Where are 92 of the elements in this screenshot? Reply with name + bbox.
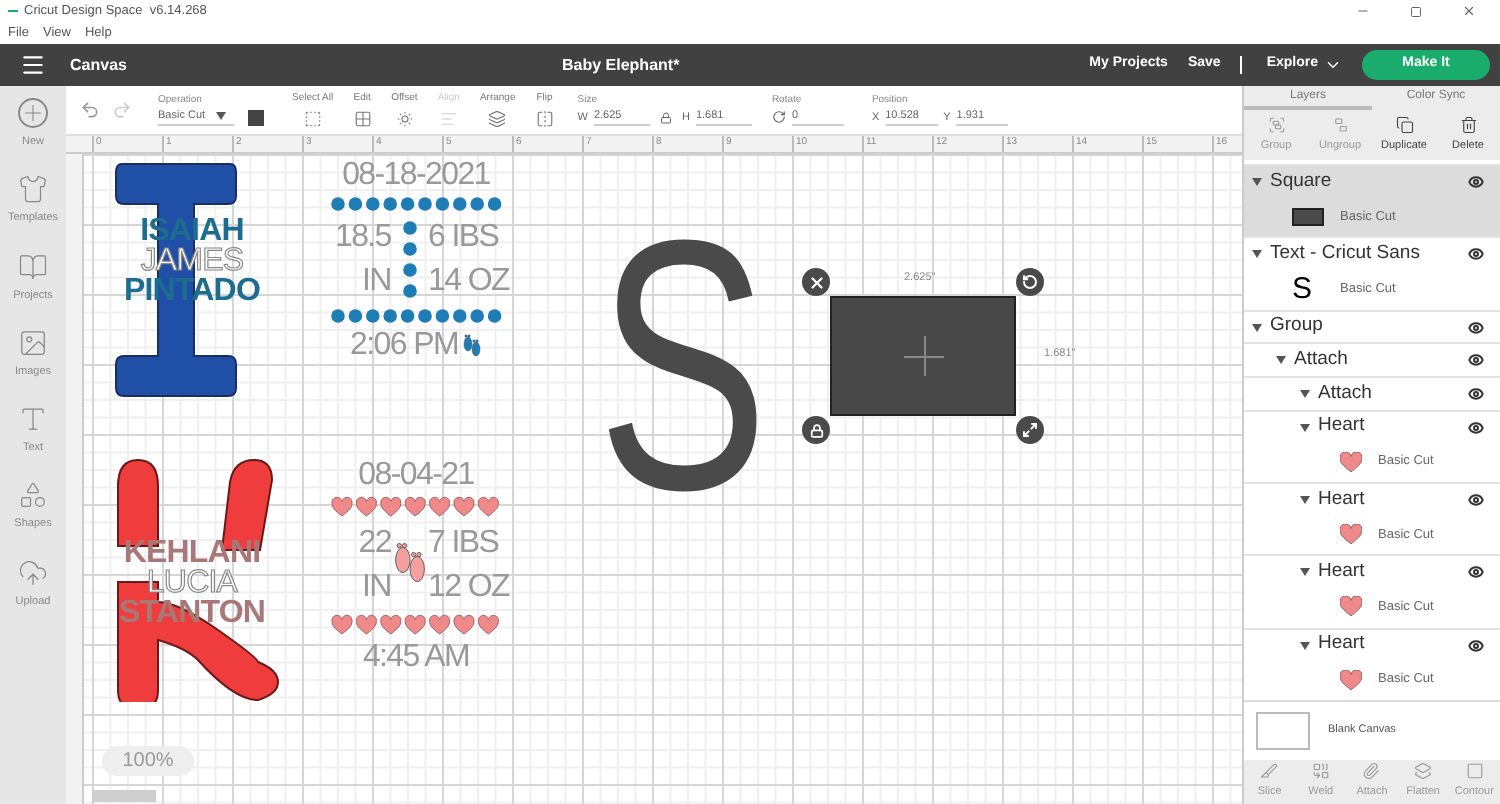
- stat-text: 22: [358, 524, 391, 564]
- layer-name: Heart: [1318, 630, 1367, 659]
- heart-icon: [1340, 669, 1362, 692]
- layer-name: Heart: [1318, 412, 1367, 441]
- rotate-handle[interactable]: [1016, 268, 1044, 296]
- eye-icon[interactable]: [1468, 419, 1484, 436]
- sun-icon: [395, 110, 414, 129]
- date-text: 08-04-21: [358, 456, 474, 496]
- group-icon: [1267, 115, 1285, 134]
- slice-icon: [1260, 762, 1279, 781]
- square-icon: [1465, 762, 1484, 781]
- layer-name: Attach: [1294, 346, 1350, 375]
- undo-icon[interactable]: [80, 100, 100, 120]
- lock-handle[interactable]: [802, 416, 830, 444]
- footprints-icon: [462, 333, 482, 359]
- section-title: Canvas: [70, 53, 129, 77]
- resize-handle[interactable]: [1016, 416, 1044, 444]
- name-text: KEHLANI: [123, 538, 261, 568]
- stat-text: 18.5: [334, 218, 391, 258]
- eye-icon[interactable]: [1468, 319, 1484, 335]
- grid-icon: [353, 110, 372, 129]
- layer-row[interactable]: Group: [1244, 309, 1500, 343]
- cloud-upload-icon: [18, 557, 48, 587]
- dashed-square-icon: [303, 110, 322, 129]
- close-handle[interactable]: [802, 268, 830, 296]
- layers-icon: [1414, 762, 1433, 781]
- eye-icon[interactable]: [1468, 352, 1484, 369]
- date-text: 08-18-2021: [342, 156, 490, 196]
- caret-icon[interactable]: [1252, 177, 1262, 186]
- stat-text: IN: [362, 568, 391, 608]
- caret-icon[interactable]: [1300, 423, 1310, 432]
- layer-name: Group: [1270, 312, 1325, 341]
- stat-text: IN: [362, 262, 391, 302]
- canvas-swatch[interactable]: [1256, 712, 1310, 750]
- stat-text: 12 OZ: [428, 568, 509, 608]
- swatch-thumbnail: [1292, 208, 1324, 227]
- heart-icon: [1340, 524, 1362, 547]
- ungroup-icon: [1331, 115, 1349, 134]
- paperclip-icon: [1362, 762, 1381, 781]
- heart-icon: [1340, 451, 1362, 474]
- layer-name: Square: [1270, 167, 1334, 196]
- scrollbar[interactable]: [92, 790, 156, 802]
- layer-row[interactable]: Square: [1244, 164, 1500, 198]
- eye-icon[interactable]: [1468, 246, 1484, 263]
- stat-text: 6 IBS: [428, 218, 499, 258]
- layer-name: Attach: [1318, 379, 1374, 408]
- copy-icon: [1395, 115, 1413, 134]
- rotate-icon: [771, 110, 786, 125]
- stat-text: 7 IBS: [428, 524, 499, 564]
- maximize-icon[interactable]: [1410, 5, 1422, 17]
- name-text: LUCIA: [146, 568, 238, 598]
- image-icon: [17, 327, 48, 358]
- caret-icon[interactable]: [1300, 568, 1310, 577]
- time-text: 4:45 AM: [362, 638, 470, 678]
- combine-icon: [1311, 762, 1330, 781]
- chevron-icon: [1324, 56, 1342, 74]
- dots-drawing: [401, 220, 418, 300]
- caret-icon[interactable]: [1300, 641, 1310, 650]
- eye-icon[interactable]: [1468, 173, 1484, 190]
- caret-icon[interactable]: [1252, 250, 1262, 259]
- lock-icon[interactable]: [659, 111, 672, 124]
- close-icon[interactable]: [1462, 4, 1476, 18]
- heart-icon: [1340, 596, 1362, 619]
- caret-icon[interactable]: [1300, 495, 1310, 504]
- project-title: Baby Elephant*: [562, 53, 682, 77]
- caret-icon[interactable]: [1300, 389, 1310, 398]
- flip-icon: [535, 110, 554, 129]
- eye-icon[interactable]: [1468, 385, 1484, 402]
- caret-icon[interactable]: [1276, 356, 1286, 365]
- align-icon: [439, 110, 458, 129]
- time-text: 2:06 PM: [350, 326, 458, 366]
- menu-icon[interactable]: [20, 52, 46, 78]
- caret-icon[interactable]: [1252, 323, 1262, 331]
- eye-icon[interactable]: [1468, 564, 1484, 581]
- letter-t-icon: [18, 404, 48, 434]
- trash-icon: [1459, 115, 1477, 134]
- layer-name: Text - Cricut Sans: [1270, 240, 1422, 269]
- stat-text: 14 OZ: [428, 262, 509, 302]
- color-swatch[interactable]: [248, 109, 264, 126]
- book-icon: [18, 251, 48, 281]
- shapes-icon: [18, 480, 48, 511]
- letter-thumbnail: S: [1292, 274, 1315, 305]
- letter-s-text: S: [597, 188, 769, 544]
- caret-icon[interactable]: [216, 112, 226, 121]
- name-text: STANTON: [118, 598, 266, 628]
- shirt-icon: [17, 174, 48, 205]
- layer-name: Heart: [1318, 558, 1367, 587]
- eye-icon[interactable]: [1468, 637, 1484, 654]
- eye-icon[interactable]: [1468, 491, 1484, 508]
- layer-name: Heart: [1318, 485, 1367, 514]
- layers-icon: [488, 110, 507, 129]
- plus-icon: [18, 98, 48, 128]
